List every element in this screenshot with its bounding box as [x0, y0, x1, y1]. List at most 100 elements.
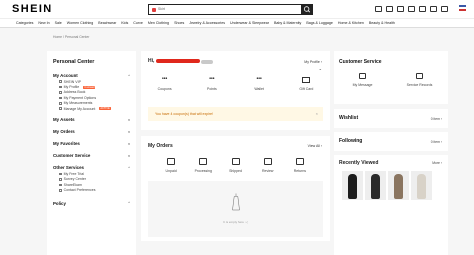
sidebar-item-contact-preferences[interactable]: Contact Preferences — [53, 188, 130, 193]
trial-icon — [59, 172, 62, 176]
sidebar-section-other-services[interactable]: Other Services ^ — [53, 164, 130, 171]
recently-viewed-card: Recently Viewed More › — [334, 155, 448, 255]
recent-product-thumb[interactable] — [365, 171, 386, 200]
sidebar-section-my-account[interactable]: My Account ^ — [53, 72, 130, 79]
product-image — [394, 174, 403, 199]
chevron-down-icon: v — [128, 117, 130, 122]
empty-text: It is empty here :-( — [223, 220, 248, 224]
order-status-review[interactable]: Review — [252, 158, 284, 173]
service-records-button[interactable]: Service Records — [391, 73, 448, 87]
nav-item[interactable]: Sale — [55, 21, 62, 25]
sidebar-section-my-assets[interactable]: My Assets v — [53, 116, 130, 123]
coupons-asset[interactable]: ••• Coupons — [141, 77, 188, 92]
asset-label: Coupons — [157, 87, 172, 91]
asset-value: ••• — [209, 76, 215, 82]
top-header: SHEIN Skirt — [0, 0, 474, 18]
nav-item[interactable]: Beauty & Health — [369, 21, 395, 25]
sidebar-item-manage-account[interactable]: Manage My Account ACTIVE — [53, 106, 130, 111]
account-icon[interactable] — [375, 6, 382, 12]
sidebar-section-my-favorites[interactable]: My Favorites v — [53, 140, 130, 147]
orders-icon[interactable] — [386, 6, 393, 12]
status-badge: ACTIVE — [99, 107, 111, 111]
search-tag-icon — [152, 8, 156, 12]
nav-item[interactable]: Home & Kitchen — [338, 21, 364, 25]
survey-icon — [59, 178, 62, 181]
asset-label: Gift Card — [299, 87, 314, 91]
coupon-expiry-notice[interactable]: You have 4 coupon(s) that will expire! × — [148, 107, 323, 121]
chevron-down-icon[interactable]: ⌄ — [319, 66, 322, 71]
sidebar-section-my-orders[interactable]: My Orders v — [53, 128, 130, 135]
recent-product-thumb[interactable] — [388, 171, 409, 200]
recent-product-thumb[interactable] — [342, 171, 363, 200]
order-status-unpaid[interactable]: Unpaid — [155, 158, 187, 173]
gift-card-asset[interactable]: Gift Card — [283, 77, 330, 91]
personal-center-sidebar: Personal Center My Account ^ SHEIN VIP My… — [47, 51, 136, 255]
nav-item[interactable]: Jewelry & Accessories — [189, 21, 225, 25]
following-title: Following — [339, 138, 363, 144]
points-asset[interactable]: ••• Points — [188, 76, 235, 92]
asset-label: Wallet — [254, 87, 264, 91]
nav-item[interactable]: Beachwear — [98, 21, 116, 25]
following-card[interactable]: Following 0 item › — [334, 132, 448, 151]
my-profile-link[interactable]: My Profile › — [304, 60, 322, 64]
sidebar-section-policy[interactable]: Policy ^ — [53, 200, 130, 207]
nav-item[interactable]: Baby & Maternity — [274, 21, 301, 25]
notice-text: You have 4 coupon(s) that will expire! — [155, 112, 214, 116]
nav-item[interactable]: Shoes — [174, 21, 184, 25]
vip-icon — [59, 80, 62, 83]
message-icon — [359, 73, 366, 79]
cart-icon[interactable] — [408, 6, 415, 12]
shein-logo[interactable]: SHEIN — [12, 3, 53, 15]
redacted-username — [156, 59, 200, 63]
contact-icon — [59, 188, 62, 192]
order-status-processing[interactable]: Processing — [187, 158, 219, 173]
order-status-returns[interactable]: Returns — [284, 158, 316, 173]
nav-item[interactable]: Women Clothing — [67, 21, 94, 25]
orders-title: My Orders — [148, 143, 173, 149]
order-status-shipped[interactable]: Shipped — [219, 158, 251, 173]
wishlist-title: Wishlist — [339, 115, 359, 121]
address-icon — [59, 91, 62, 94]
search-value: Skirt — [158, 7, 165, 11]
recent-product-thumb[interactable] — [411, 171, 432, 200]
records-icon — [416, 73, 423, 79]
chevron-down-icon: v — [128, 129, 130, 134]
nav-item[interactable]: Bags & Luggage — [306, 21, 333, 25]
my-message-button[interactable]: My Message — [334, 73, 391, 87]
support-icon[interactable] — [430, 6, 437, 12]
profile-icon — [59, 85, 62, 89]
view-all-link[interactable]: View All › — [308, 144, 322, 148]
globe-icon[interactable] — [419, 6, 426, 12]
sidebar-section-customer-service[interactable]: Customer Service v — [53, 152, 130, 159]
nav-item[interactable]: Curve — [133, 21, 143, 25]
customer-service-card: Customer Service My Message Service Reco… — [334, 51, 448, 104]
asset-value: ••• — [256, 76, 262, 82]
search-input[interactable]: Skirt — [148, 4, 302, 15]
nav-item[interactable]: Kids — [121, 21, 128, 25]
nav-item[interactable]: Men Clothing — [148, 21, 169, 25]
chevron-up-icon: ^ — [128, 165, 130, 170]
search-button[interactable] — [301, 4, 313, 15]
gift-card-icon — [302, 77, 311, 83]
wishlist-card[interactable]: Wishlist 0 item › — [334, 109, 448, 128]
wallet-asset[interactable]: ••• Wallet — [236, 76, 283, 92]
vip-level-badge[interactable] — [201, 60, 213, 64]
more-link[interactable]: More › — [432, 161, 442, 165]
close-icon[interactable]: × — [316, 111, 318, 116]
product-image — [417, 174, 426, 199]
chevron-up-icon: ^ — [128, 201, 130, 206]
profile-card: Hi, My Profile › ⌄ ••• Coupons ••• Point… — [141, 51, 330, 130]
breadcrumb[interactable]: Home / Personal Center — [53, 35, 89, 39]
customer-service-title: Customer Service — [339, 59, 382, 65]
following-count: 0 item › — [430, 140, 442, 144]
my-orders-card: My Orders View All › Unpaid Processing S… — [141, 136, 330, 241]
card-icon — [59, 96, 62, 100]
chevron-down-icon: v — [128, 141, 130, 146]
nav-item[interactable]: New In — [38, 21, 49, 25]
wishlist-heart-icon[interactable] — [397, 6, 404, 12]
nav-item[interactable]: Categories — [16, 21, 33, 25]
empty-orders-area: It is empty here :-( — [148, 181, 323, 237]
currency-icon[interactable] — [441, 6, 448, 12]
nav-item[interactable]: Underwear & Sleepwear — [230, 21, 269, 25]
country-flag-icon[interactable] — [459, 5, 466, 11]
